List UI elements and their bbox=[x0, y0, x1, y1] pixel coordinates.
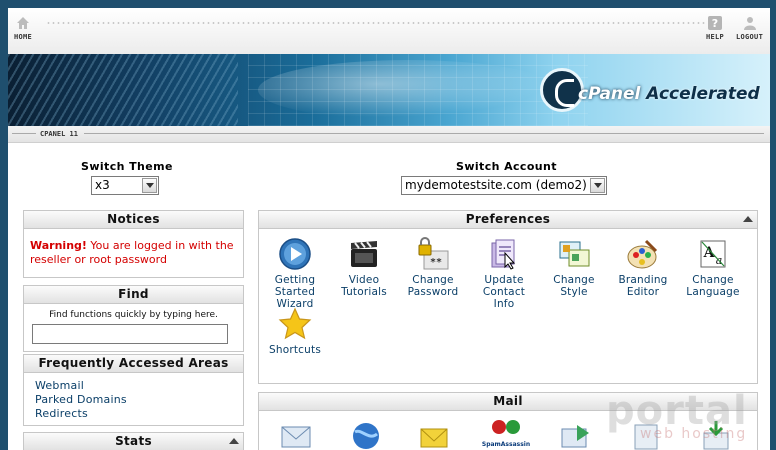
stats-header[interactable]: Stats bbox=[24, 433, 243, 450]
contact-info-icon bbox=[491, 239, 516, 270]
update-contact-info-item[interactable]: Update Contact Info bbox=[471, 237, 537, 310]
video-tutorials-label: Video Tutorials bbox=[341, 274, 387, 298]
change-language-item[interactable]: A a Change Language bbox=[680, 237, 746, 298]
change-language-label: Change Language bbox=[686, 274, 740, 298]
top-navigation-bar: HOME ? HELP LOGOUT bbox=[8, 8, 770, 55]
switch-account-select[interactable]: mydemotestsite.com (demo2) bbox=[401, 176, 607, 195]
getting-started-wizard-item[interactable]: Getting Started Wizard bbox=[262, 237, 328, 310]
find-input[interactable] bbox=[32, 324, 228, 344]
spam-filters-icon[interactable] bbox=[417, 419, 451, 450]
logout-label: LOGOUT bbox=[736, 33, 764, 41]
logout-link[interactable]: LOGOUT bbox=[736, 16, 763, 41]
notices-box: Notices Warning! You are logged in with … bbox=[23, 210, 244, 278]
link-redirects[interactable]: Redirects bbox=[35, 407, 243, 421]
web-hosting-watermark: web hosting bbox=[640, 426, 748, 442]
collapse-arrow-icon[interactable] bbox=[229, 438, 239, 444]
preferences-header[interactable]: Preferences bbox=[259, 211, 757, 229]
home-icon bbox=[17, 17, 30, 29]
svg-text:A: A bbox=[703, 245, 716, 261]
mail-title: Mail bbox=[493, 394, 523, 408]
collapse-arrow-icon[interactable] bbox=[743, 216, 753, 222]
change-password-item[interactable]: ** Change Password bbox=[400, 237, 466, 298]
getting-started-label: Getting Started Wizard bbox=[274, 274, 316, 310]
branding-editor-label: Branding Editor bbox=[618, 274, 668, 298]
svg-text:?: ? bbox=[712, 17, 718, 30]
forwarders-icon[interactable] bbox=[559, 421, 593, 450]
change-style-item[interactable]: Change Style bbox=[541, 237, 607, 298]
video-tutorials-icon bbox=[351, 241, 377, 267]
chevron-down-icon[interactable] bbox=[142, 178, 157, 193]
change-style-label: Change Style bbox=[553, 274, 595, 298]
cpanel-logo: cPanel Accelerated bbox=[540, 68, 770, 114]
cpanel-logo-text: cPanel Accelerated bbox=[578, 84, 760, 104]
change-password-label: Change Password bbox=[407, 274, 459, 298]
preferences-box: Preferences Getting Started Wizard Video… bbox=[258, 210, 758, 384]
circuit-board-graphic bbox=[8, 54, 238, 126]
spamassassin-item[interactable]: SpamAssassin bbox=[479, 417, 533, 448]
switch-account-label: Switch Account bbox=[456, 160, 557, 173]
version-strip: CPANEL 11 bbox=[8, 126, 770, 143]
chevron-down-icon[interactable] bbox=[590, 178, 605, 193]
getting-started-icon bbox=[279, 238, 311, 270]
branding-editor-icon bbox=[627, 239, 658, 269]
notices-title: Notices bbox=[24, 211, 243, 229]
svg-text:**: ** bbox=[430, 257, 442, 268]
notice-warning: Warning! You are logged in with the rese… bbox=[30, 239, 234, 266]
webmail-icon[interactable] bbox=[349, 419, 383, 450]
spamassassin-label: SpamAssassin bbox=[481, 441, 531, 448]
link-parked-domains[interactable]: Parked Domains bbox=[35, 393, 243, 407]
update-contact-info-label: Update Contact Info bbox=[482, 274, 526, 310]
preferences-title: Preferences bbox=[465, 212, 551, 226]
video-tutorials-item[interactable]: Video Tutorials bbox=[331, 237, 397, 298]
branding-editor-item[interactable]: Branding Editor bbox=[610, 237, 676, 298]
stats-box: Stats bbox=[23, 432, 244, 450]
dotted-divider bbox=[46, 22, 706, 24]
version-divider-right bbox=[84, 133, 764, 134]
spamassassin-icon bbox=[492, 420, 520, 434]
cpanel-window: HOME ? HELP LOGOUT cPanel Accelerated CP… bbox=[8, 8, 770, 450]
change-style-icon bbox=[559, 241, 590, 267]
change-password-icon: ** bbox=[418, 237, 449, 270]
shortcuts-label: Shortcuts bbox=[269, 344, 321, 356]
shortcuts-icon bbox=[278, 307, 312, 340]
switch-theme-select[interactable]: x3 bbox=[91, 176, 159, 195]
world-map-graphic bbox=[258, 60, 558, 120]
switch-account-value: mydemotestsite.com (demo2) bbox=[405, 178, 587, 192]
user-logout-icon bbox=[743, 17, 756, 30]
shortcuts-item[interactable]: Shortcuts bbox=[262, 307, 328, 356]
frequent-links: Webmail Parked Domains Redirects bbox=[24, 373, 243, 421]
switch-theme-label: Switch Theme bbox=[81, 160, 173, 173]
help-link[interactable]: ? HELP bbox=[706, 16, 724, 41]
frequently-accessed-box: Frequently Accessed Areas Webmail Parked… bbox=[23, 354, 244, 426]
home-label: HOME bbox=[14, 33, 33, 41]
email-accounts-icon[interactable] bbox=[279, 421, 313, 450]
find-box: Find Find functions quickly by typing he… bbox=[23, 285, 244, 352]
stats-title: Stats bbox=[115, 434, 152, 448]
find-title: Find bbox=[24, 286, 243, 304]
version-divider-left bbox=[12, 133, 36, 134]
home-link[interactable]: HOME bbox=[14, 16, 32, 41]
find-hint: Find functions quickly by typing here. bbox=[49, 310, 218, 320]
switch-theme-value: x3 bbox=[95, 178, 110, 192]
help-label: HELP bbox=[706, 33, 725, 41]
change-language-icon: A a bbox=[700, 240, 726, 268]
help-icon: ? bbox=[708, 16, 723, 30]
link-webmail[interactable]: Webmail bbox=[35, 379, 243, 393]
cpanel-banner: cPanel Accelerated bbox=[8, 54, 770, 126]
version-label: CPANEL 11 bbox=[40, 130, 78, 138]
frequently-accessed-title: Frequently Accessed Areas bbox=[24, 355, 243, 373]
